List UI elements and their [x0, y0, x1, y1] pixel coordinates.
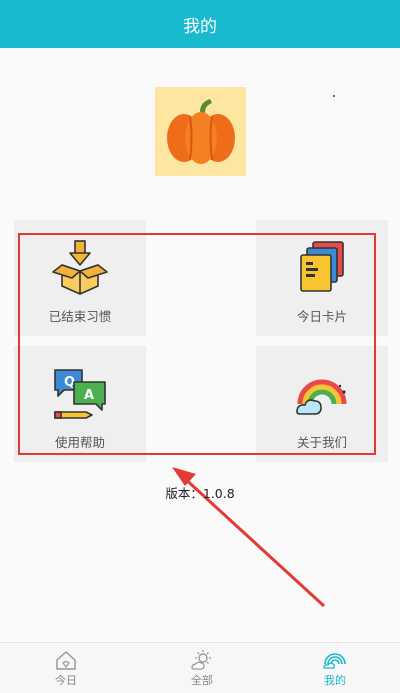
avatar[interactable] — [155, 87, 246, 176]
nav-today-label: 今日 — [55, 674, 77, 687]
help-label: 使用帮助 — [54, 435, 105, 450]
today-card-tile[interactable]: 今日卡片 — [256, 220, 388, 336]
nav-all-label: 全部 — [191, 674, 213, 687]
rainbow-cloud-icon — [296, 379, 347, 415]
nav-today[interactable]: 今日 — [26, 643, 106, 693]
pumpkin-icon — [166, 98, 235, 164]
app-header: 我的 — [0, 0, 400, 48]
version-info: 版本：1.0.8 — [0, 483, 400, 502]
qa-chat-icon: Q A — [54, 369, 106, 419]
house-icon — [56, 651, 76, 670]
nav-mine-label: 我的 — [324, 674, 346, 687]
nav-all[interactable]: 全部 — [162, 643, 242, 693]
nav-mine[interactable]: 我的 — [295, 643, 375, 693]
ended-habits-label: 已结束习惯 — [48, 309, 112, 324]
about-us-tile[interactable]: 关于我们 — [256, 346, 388, 462]
version-label: 版本： — [165, 486, 203, 501]
stray-dot — [333, 95, 335, 97]
cards-icon — [300, 241, 344, 292]
svg-text:A: A — [84, 388, 94, 403]
bottom-nav: 今日 全部 我的 — [0, 642, 400, 693]
version-number: 1.0.8 — [202, 486, 235, 501]
help-tile[interactable]: Q A 使用帮助 — [14, 346, 146, 462]
page-title: 我的 — [183, 16, 217, 37]
rainbow-icon — [323, 653, 346, 669]
open-box-icon — [52, 240, 108, 295]
ended-habits-tile[interactable]: 已结束习惯 — [14, 220, 146, 336]
about-us-label: 关于我们 — [296, 435, 347, 450]
today-card-label: 今日卡片 — [296, 309, 347, 324]
sun-cloud-icon — [191, 650, 211, 670]
